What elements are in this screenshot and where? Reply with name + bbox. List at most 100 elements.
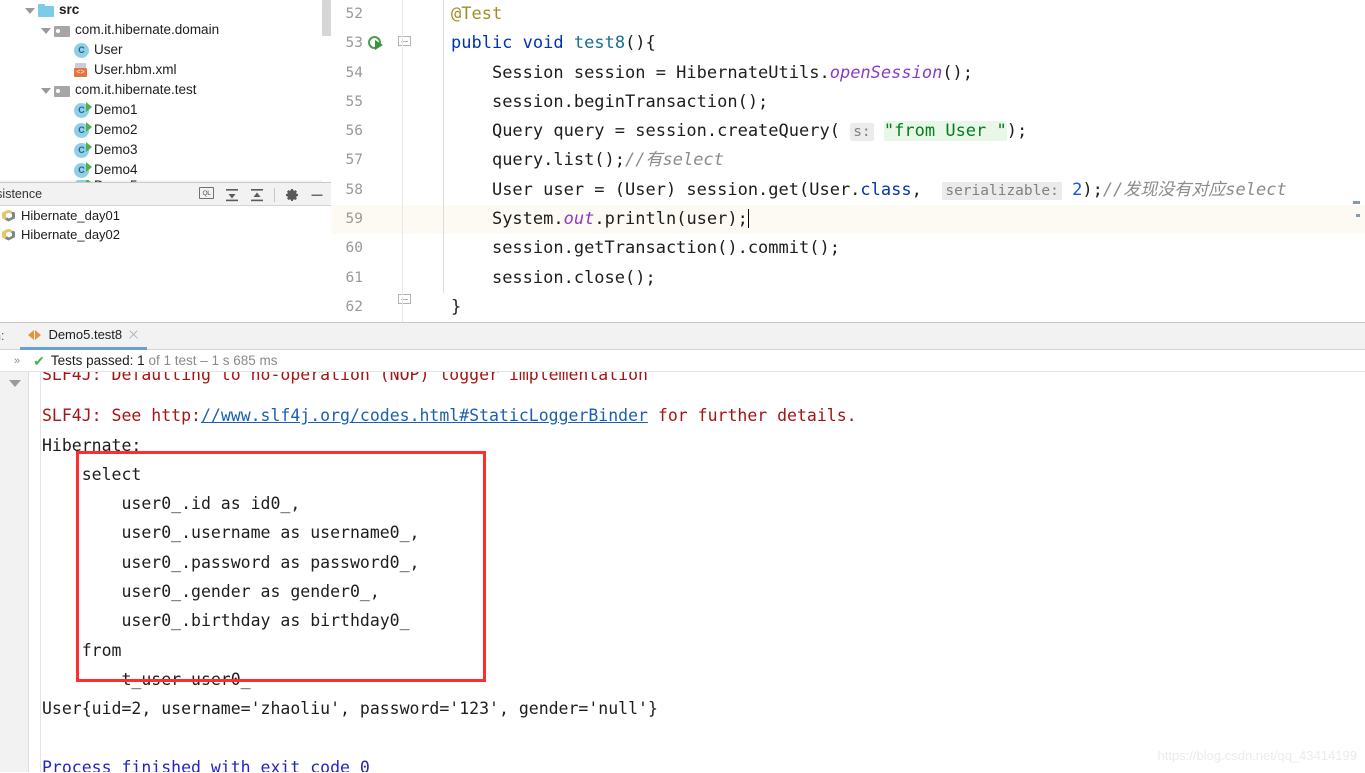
expand-chevrons-icon[interactable]: »: [14, 355, 20, 367]
code-text: (){: [625, 33, 656, 54]
collapse-arrow-icon[interactable]: [9, 380, 21, 387]
code-editor[interactable]: 52 53 54 55 56 57 58 59 60 61 62 @Test p…: [331, 0, 1365, 322]
line-number: 53: [345, 35, 363, 52]
editor-marker[interactable]: [1353, 201, 1360, 204]
gear-glyph: [286, 188, 298, 201]
test-status-text: Tests passed: 1 of 1 test – 1 s 685 ms: [51, 353, 278, 368]
run-window-label: n:: [0, 329, 5, 343]
editor-gutter[interactable]: 52 53 54 55 56 57 58 59 60 61 62: [331, 0, 403, 322]
toolbar-divider: [274, 187, 275, 202]
collapse-all-icon[interactable]: [249, 187, 265, 203]
console-output[interactable]: SLF4J: Defaulting to no-operation (NOP) …: [42, 372, 1365, 773]
persistence-header: rsistence QL: [0, 183, 331, 206]
tree-item-label: Demo1: [94, 102, 138, 117]
code-line-62[interactable]: }: [403, 293, 1365, 322]
persistence-item-label: Hibernate_day01: [21, 208, 121, 223]
line-number: 55: [345, 93, 363, 110]
annotation-token: @Test: [451, 4, 503, 24]
code-text: session.beginTransaction();: [491, 91, 769, 112]
console-line-sql: t_user user0_: [42, 669, 251, 689]
tree-item-demo2[interactable]: C Demo2: [0, 120, 331, 140]
code-line-55[interactable]: session.beginTransaction();: [403, 88, 1365, 117]
line-number: 52: [345, 6, 363, 22]
run-tab-demo5-test8[interactable]: Demo5.test8: [20, 323, 148, 350]
run-tool-window: n: Demo5.test8 » ✔ Tests passed: 1 of 1 …: [0, 322, 1365, 773]
editor-marker[interactable]: [1356, 214, 1360, 217]
status-count: 1: [137, 353, 145, 368]
code-line-52[interactable]: @Test: [403, 0, 1365, 29]
settings-gear-icon[interactable]: [284, 187, 300, 203]
java-class-icon: C: [74, 42, 89, 58]
tree-item-label: User.hbm.xml: [94, 62, 177, 77]
code-text: query.list();: [491, 150, 626, 171]
code-text: System.: [491, 209, 564, 230]
persistence-title: rsistence: [0, 187, 43, 201]
console-line-sql: user0_.username as username0_,: [42, 523, 420, 543]
twisty-open-icon[interactable]: [40, 25, 51, 36]
code-line-56[interactable]: Query query = session.createQuery( s: "f…: [403, 117, 1365, 146]
tree-item-test-package[interactable]: com.it.hibernate.test: [0, 80, 331, 100]
console-hyperlink[interactable]: //www.slf4j.org/codes.html#StaticLoggerB…: [201, 406, 648, 425]
code-text: );: [1006, 121, 1028, 142]
tree-item-user-hbm-xml[interactable]: User.hbm.xml: [0, 60, 331, 80]
code-line-58[interactable]: User user = (User) session.get(User.clas…: [403, 176, 1365, 205]
check-mark-icon: ✔: [33, 352, 45, 369]
scrollbar-thumb[interactable]: [322, 0, 331, 36]
static-method-token: openSession: [829, 62, 943, 83]
ide-window: src com.it.hibernate.domain C User User.…: [0, 0, 1365, 773]
tree-item-demo1[interactable]: C Demo1: [0, 100, 331, 120]
code-text: session.getTransaction().commit();: [491, 238, 840, 259]
comment-token: //有select: [625, 150, 724, 171]
project-tree-scrollbar[interactable]: [322, 0, 331, 182]
persistence-item-day02[interactable]: Hibernate_day02: [0, 225, 331, 244]
param-hint-s: s:: [850, 123, 874, 142]
expand-all-glyph: [226, 188, 238, 201]
run-test-gutter-icon[interactable]: [368, 36, 384, 52]
code-line-59[interactable]: System.out.println(user);: [403, 205, 1365, 235]
twisty-open-icon[interactable]: [40, 85, 51, 96]
line-number: 61: [345, 269, 363, 286]
tree-item-src[interactable]: src: [0, 0, 331, 20]
hide-minimize-icon[interactable]: [309, 187, 325, 203]
tree-item-user-class[interactable]: C User: [0, 40, 331, 60]
code-text: );: [1082, 179, 1103, 200]
run-icon-triangle: [375, 40, 383, 50]
line-number: 60: [345, 240, 363, 257]
persistence-item-label: Hibernate_day02: [21, 227, 121, 242]
code-line-54[interactable]: Session session = HibernateUtils.openSes…: [403, 59, 1365, 88]
tree-item-label: User: [94, 42, 123, 57]
code-line-60[interactable]: session.getTransaction().commit();: [403, 234, 1365, 263]
code-text-area[interactable]: @Test public void test8(){ Session sessi…: [403, 0, 1365, 322]
tree-item-demo4[interactable]: C Demo4: [0, 160, 331, 180]
console-line-sql: user0_.birthday as birthday0_: [42, 611, 410, 631]
line-number: 54: [345, 64, 363, 81]
editor-marker-strip[interactable]: [1351, 0, 1363, 322]
tree-item-label: src: [59, 2, 80, 17]
project-tree-panel[interactable]: src com.it.hibernate.domain C User User.…: [0, 0, 331, 182]
console-line-sql: user0_.gender as gender0_,: [42, 582, 380, 602]
tree-item-domain-package[interactable]: com.it.hibernate.domain: [0, 20, 331, 40]
tree-item-label: Demo2: [94, 122, 138, 137]
console-tree-rail: [29, 372, 41, 773]
tree-item-demo3[interactable]: C Demo3: [0, 140, 331, 160]
close-icon[interactable]: [128, 329, 139, 340]
code-text: Query query = session.createQuery(: [491, 121, 840, 142]
java-class-runnable-icon: C: [74, 121, 92, 138]
ql-console-label: QL: [199, 186, 214, 199]
comment-token: //发现没有对应select: [1102, 179, 1287, 200]
xml-file-icon: [74, 63, 89, 77]
text-caret: [747, 209, 749, 229]
code-line-61[interactable]: session.close();: [403, 264, 1365, 293]
watermark: https://blog.csdn.net/qq_43414199: [1157, 748, 1358, 763]
persistence-item-day01[interactable]: Hibernate_day01: [0, 206, 331, 225]
ql-console-icon[interactable]: QL: [199, 186, 215, 203]
code-text: }: [451, 296, 462, 317]
code-line-53[interactable]: public void test8(){: [403, 29, 1365, 58]
expand-all-icon[interactable]: [224, 187, 240, 203]
java-class-runnable-icon: C: [74, 101, 92, 118]
package-icon: [54, 24, 70, 37]
twisty-open-icon[interactable]: [24, 5, 35, 16]
hibernate-unit-icon: [2, 209, 16, 223]
code-line-57[interactable]: query.list();//有select: [403, 146, 1365, 175]
console-side-toolbar[interactable]: [0, 372, 29, 773]
